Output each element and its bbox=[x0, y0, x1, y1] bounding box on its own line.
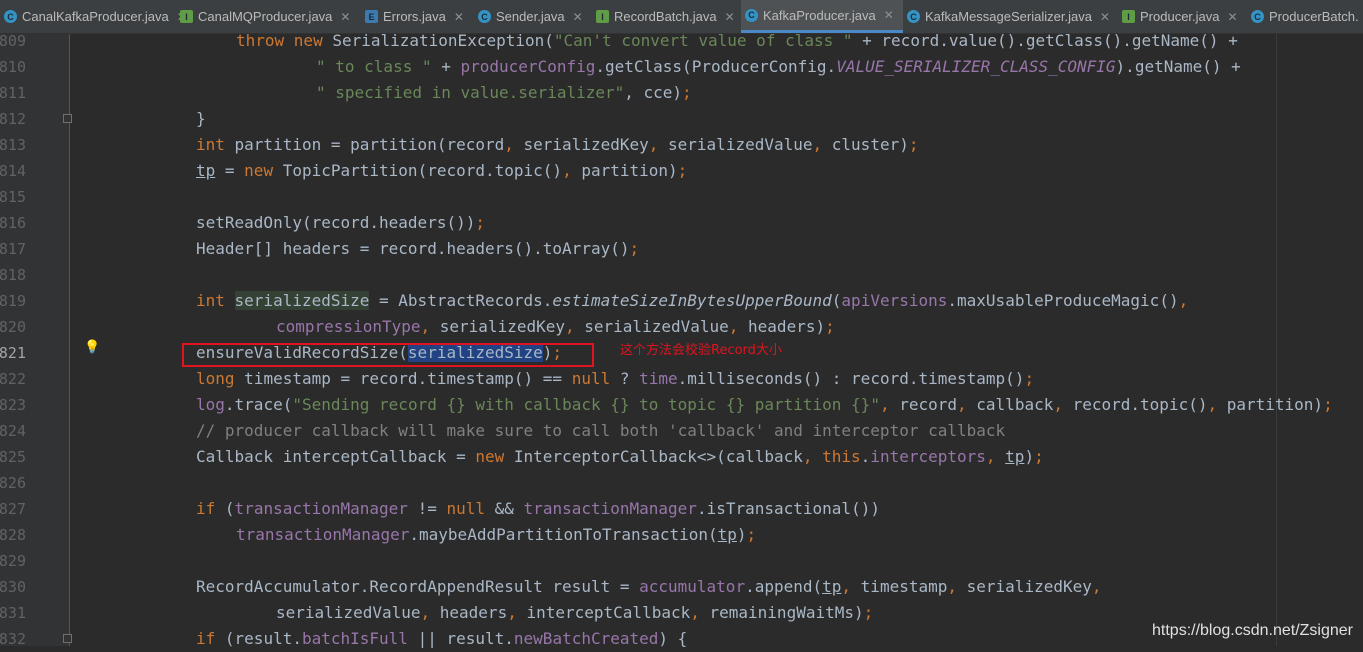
interface-icon: I bbox=[180, 10, 193, 23]
code-line[interactable]: Callback interceptCallback = new Interce… bbox=[196, 444, 1044, 470]
interface-icon: I bbox=[1122, 10, 1135, 23]
code-comment[interactable]: // producer callback will make sure to c… bbox=[196, 418, 1005, 444]
line-number: 814 bbox=[0, 162, 26, 180]
fold-marker-icon[interactable] bbox=[63, 634, 72, 643]
tab-label: KafkaProducer.java bbox=[763, 7, 876, 23]
lightbulb-icon[interactable]: 💡 bbox=[84, 341, 100, 354]
line-number: 816 bbox=[0, 214, 26, 232]
line-number: 811 bbox=[0, 84, 26, 102]
tab-label: CanalKafkaProducer.java bbox=[22, 9, 169, 24]
close-icon[interactable]: ✕ bbox=[884, 8, 894, 22]
line-number: 818 bbox=[0, 266, 26, 284]
right-margin-guide bbox=[1276, 34, 1277, 646]
line-number-current: 821 bbox=[0, 344, 26, 362]
line-number: 827 bbox=[0, 500, 26, 518]
line-number: 810 bbox=[0, 58, 26, 76]
code-line[interactable]: " to class " + producerConfig.getClass(P… bbox=[316, 54, 1241, 80]
line-number: 817 bbox=[0, 240, 26, 258]
line-number-gutter[interactable]: 809 810 811 812 813 814 815 816 817 818 … bbox=[0, 32, 70, 648]
line-number: 820 bbox=[0, 318, 26, 336]
line-number: 822 bbox=[0, 370, 26, 388]
watermark: https://blog.csdn.net/Zsigner bbox=[1152, 622, 1353, 639]
code-line[interactable]: Header[] headers = record.headers().toAr… bbox=[196, 236, 639, 262]
tab-label: RecordBatch.java bbox=[614, 9, 717, 24]
tab-label: ProducerBatch. bbox=[1269, 9, 1359, 24]
code-line[interactable]: compressionType, serializedKey, serializ… bbox=[276, 314, 835, 340]
close-icon[interactable]: ✕ bbox=[573, 10, 583, 24]
close-icon[interactable]: ✕ bbox=[725, 10, 735, 24]
code-line[interactable]: if (result.batchIsFull || result.newBatc… bbox=[196, 626, 687, 652]
code-line[interactable]: long timestamp = record.timestamp() == n… bbox=[196, 366, 1034, 392]
code-line[interactable]: " specified in value.serializer", cce); bbox=[316, 80, 692, 106]
code-line[interactable]: serializedValue, headers, interceptCallb… bbox=[276, 600, 873, 626]
line-number: 819 bbox=[0, 292, 26, 310]
class-icon: C bbox=[1251, 10, 1264, 23]
code-line[interactable]: throw new SerializationException("Can't … bbox=[236, 28, 1238, 54]
enum-icon: E bbox=[365, 10, 378, 23]
code-line[interactable]: int serializedSize = AbstractRecords.est… bbox=[196, 288, 1188, 314]
code-line[interactable]: if (transactionManager != null && transa… bbox=[196, 496, 880, 522]
class-icon: C bbox=[745, 8, 758, 22]
line-number: 823 bbox=[0, 396, 26, 414]
line-number: 825 bbox=[0, 448, 26, 466]
annotation-text: 这个方法会校验Record大小 bbox=[620, 343, 782, 358]
tab-label: Errors.java bbox=[383, 9, 446, 24]
interface-icon: I bbox=[596, 10, 609, 23]
code-line[interactable]: int partition = partition(record, serial… bbox=[196, 132, 918, 158]
class-icon: C bbox=[4, 10, 17, 23]
code-line[interactable]: log.trace("Sending record {} with callba… bbox=[196, 392, 1333, 418]
line-number: 813 bbox=[0, 136, 26, 154]
code-line[interactable]: transactionManager.maybeAddPartitionToTr… bbox=[236, 522, 756, 548]
line-number: 824 bbox=[0, 422, 26, 440]
code-line[interactable]: tp = new TopicPartition(record.topic(), … bbox=[196, 158, 687, 184]
highlight-box bbox=[182, 343, 594, 367]
line-number: 828 bbox=[0, 526, 26, 544]
code-line[interactable]: } bbox=[196, 106, 206, 132]
code-editor[interactable]: 809 810 811 812 813 814 815 816 817 818 … bbox=[0, 31, 1363, 648]
tab-label: CanalMQProducer.java bbox=[198, 9, 333, 24]
code-line[interactable]: setReadOnly(record.headers()); bbox=[196, 210, 485, 236]
tab-label: KafkaMessageSerializer.java bbox=[925, 9, 1092, 24]
class-icon: C bbox=[907, 10, 920, 23]
fold-marker-icon[interactable] bbox=[63, 114, 72, 123]
tab-producerbatch[interactable]: C ProducerBatch. bbox=[1247, 0, 1363, 33]
code-line[interactable]: RecordAccumulator.RecordAppendResult res… bbox=[196, 574, 1102, 600]
line-number: 826 bbox=[0, 474, 26, 492]
line-number: 831 bbox=[0, 604, 26, 622]
close-icon[interactable]: ✕ bbox=[454, 10, 464, 24]
close-icon[interactable]: ✕ bbox=[1228, 10, 1238, 24]
close-icon[interactable]: ✕ bbox=[1100, 10, 1110, 24]
line-number: 832 bbox=[0, 630, 26, 648]
tab-canalkafkaproducer[interactable]: C CanalKafkaProducer.java ✕ bbox=[0, 0, 187, 33]
line-number: 809 bbox=[0, 32, 26, 50]
class-icon: C bbox=[478, 10, 491, 23]
line-number: 815 bbox=[0, 188, 26, 206]
line-number: 829 bbox=[0, 552, 26, 570]
tab-label: Producer.java bbox=[1140, 9, 1220, 24]
line-number: 830 bbox=[0, 578, 26, 596]
close-icon[interactable]: ✕ bbox=[340, 10, 350, 24]
tab-label: Sender.java bbox=[496, 9, 565, 24]
line-number: 812 bbox=[0, 110, 26, 128]
